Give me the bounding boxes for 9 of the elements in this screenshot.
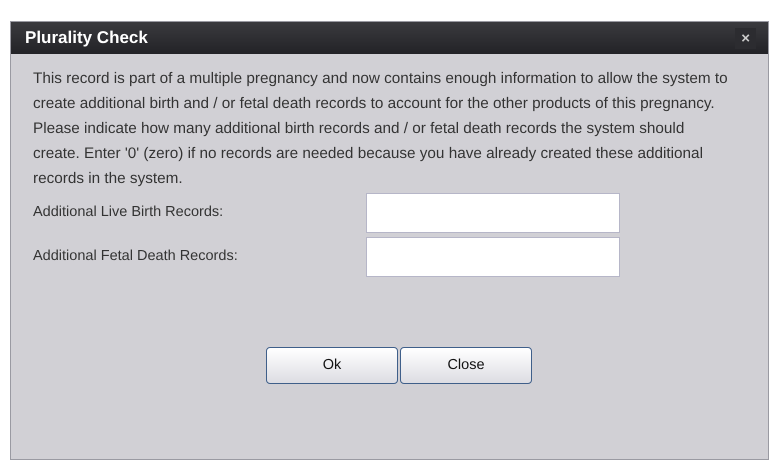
dialog-title: Plurality Check [25,27,148,50]
field-label: Additional Fetal Death Records: [33,247,239,266]
message-text: This record is part of a multiple pregnancy and now contains enough information to allow the system to create additional birth and / or fetal death records to account for the other products of this pregnancy. Please indicate how many additional birth records and / or fetal death records the system should create. Enter '0' (zero) if no records are needed because you have already created these additional records in the system. [33,69,729,189]
close-button[interactable]: × [735,28,756,48]
field-label: Additional Live Birth Records: [33,203,224,222]
ok-button[interactable]: Ok [266,347,398,384]
input-field[interactable] [366,193,620,233]
input-field[interactable] [366,237,620,277]
close-button[interactable]: Close [400,347,532,384]
